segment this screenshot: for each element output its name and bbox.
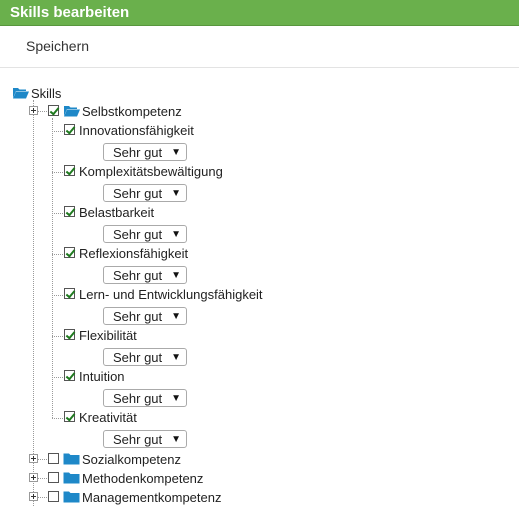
folder-icon — [63, 453, 80, 465]
tree-connector — [52, 213, 63, 214]
expand-plus-icon[interactable] — [29, 492, 38, 501]
category-checkbox-methodenkompetenz[interactable] — [48, 472, 59, 483]
dropdown-arrow-icon: ▼ — [171, 434, 181, 445]
skill-level-select[interactable]: Sehr gut ▼ — [103, 307, 187, 325]
skill-level-value: Sehr gut — [113, 309, 163, 324]
dropdown-arrow-icon: ▼ — [171, 393, 181, 404]
tree-root-label[interactable]: Skills — [31, 86, 61, 102]
folder-icon — [63, 472, 80, 484]
tree-connector — [52, 118, 53, 418]
skill-level-select[interactable]: Sehr gut ▼ — [103, 225, 187, 243]
skill-label[interactable]: Lern- und Entwicklungsfähigkeit — [79, 287, 263, 303]
category-label-sozialkompetenz[interactable]: Sozialkompetenz — [82, 452, 181, 468]
folder-icon — [63, 491, 80, 503]
skill-label[interactable]: Komplexitätsbewältigung — [79, 164, 223, 180]
tree-connector — [52, 377, 63, 378]
skill-level-select[interactable]: Sehr gut ▼ — [103, 184, 187, 202]
tree-connector — [33, 100, 34, 506]
tree-connector — [52, 295, 63, 296]
expand-plus-icon[interactable] — [29, 454, 38, 463]
skill-level-value: Sehr gut — [113, 432, 163, 447]
tree-connector — [52, 418, 63, 419]
skill-level-value: Sehr gut — [113, 145, 163, 160]
tree-connector — [52, 336, 63, 337]
skill-checkbox[interactable] — [64, 247, 75, 258]
dropdown-arrow-icon: ▼ — [171, 147, 181, 158]
skill-level-select[interactable]: Sehr gut ▼ — [103, 143, 187, 161]
expand-plus-icon[interactable] — [29, 106, 38, 115]
tree-connector — [52, 172, 63, 173]
skill-checkbox[interactable] — [64, 124, 75, 135]
skill-label[interactable]: Kreativität — [79, 410, 137, 426]
skill-label[interactable]: Intuition — [79, 369, 125, 385]
tree-connector — [52, 131, 63, 132]
category-label-managementkompetenz[interactable]: Managementkompetenz — [82, 490, 221, 506]
skill-level-value: Sehr gut — [113, 350, 163, 365]
skill-checkbox[interactable] — [64, 206, 75, 217]
skill-checkbox[interactable] — [64, 411, 75, 422]
skill-level-value: Sehr gut — [113, 391, 163, 406]
dropdown-arrow-icon: ▼ — [171, 270, 181, 281]
skill-level-select[interactable]: Sehr gut ▼ — [103, 348, 187, 366]
dropdown-arrow-icon: ▼ — [171, 229, 181, 240]
skill-level-select[interactable]: Sehr gut ▼ — [103, 389, 187, 407]
category-checkbox-selbstkompetenz[interactable] — [48, 105, 59, 116]
skill-level-value: Sehr gut — [113, 186, 163, 201]
dropdown-arrow-icon: ▼ — [171, 188, 181, 199]
dropdown-arrow-icon: ▼ — [171, 352, 181, 363]
category-label-methodenkompetenz[interactable]: Methodenkompetenz — [82, 471, 203, 487]
folder-open-icon — [13, 88, 29, 99]
skill-label[interactable]: Flexibilität — [79, 328, 137, 344]
skill-level-select[interactable]: Sehr gut ▼ — [103, 266, 187, 284]
skill-level-select[interactable]: Sehr gut ▼ — [103, 430, 187, 448]
category-label-selbstkompetenz[interactable]: Selbstkompetenz — [82, 104, 182, 120]
skill-level-value: Sehr gut — [113, 268, 163, 283]
skill-label[interactable]: Innovationsfähigkeit — [79, 123, 194, 139]
skill-label[interactable]: Belastbarkeit — [79, 205, 154, 221]
folder-open-icon — [64, 106, 80, 117]
tree-connector — [52, 254, 63, 255]
expand-plus-icon[interactable] — [29, 473, 38, 482]
category-checkbox-managementkompetenz[interactable] — [48, 491, 59, 502]
skill-checkbox[interactable] — [64, 370, 75, 381]
skill-checkbox[interactable] — [64, 329, 75, 340]
dropdown-arrow-icon: ▼ — [171, 311, 181, 322]
skill-label[interactable]: Reflexionsfähigkeit — [79, 246, 188, 262]
category-checkbox-sozialkompetenz[interactable] — [48, 453, 59, 464]
skill-level-value: Sehr gut — [113, 227, 163, 242]
skill-checkbox[interactable] — [64, 288, 75, 299]
skills-tree: Skills Selbstkompetenz Innovationsfähigk… — [0, 0, 519, 509]
skill-checkbox[interactable] — [64, 165, 75, 176]
